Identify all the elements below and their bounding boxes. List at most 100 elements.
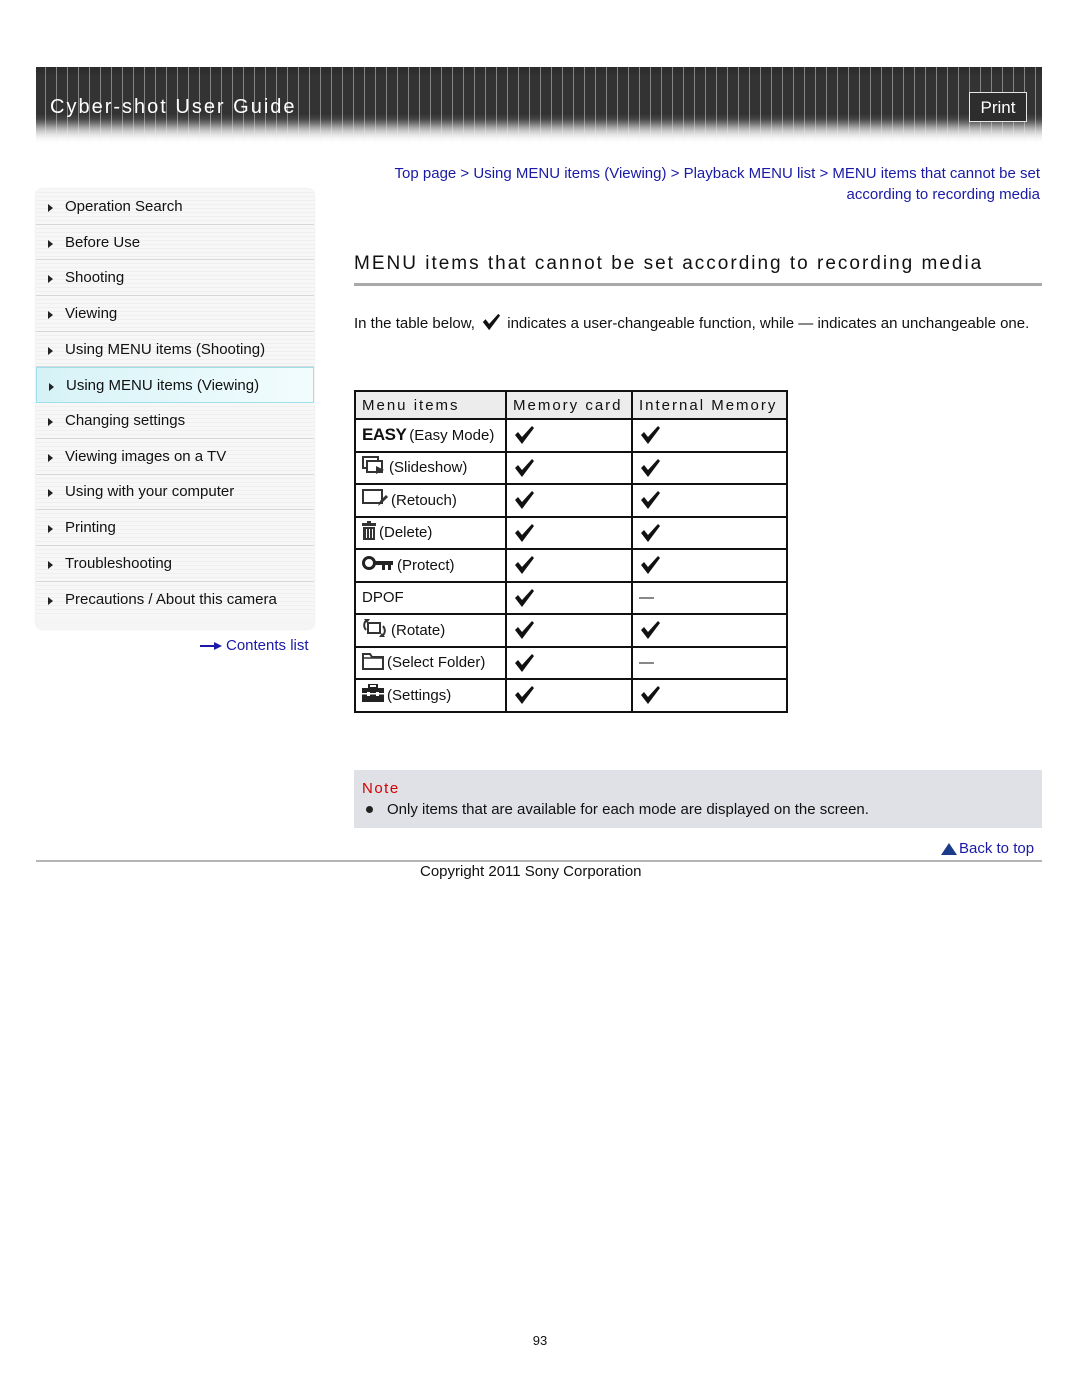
checkmark-icon <box>641 523 660 542</box>
title-divider <box>354 283 1042 286</box>
checkmark-icon <box>641 458 660 477</box>
memory-card-cell <box>505 418 633 453</box>
settings-toolbox-icon <box>362 683 384 706</box>
contents-list-link[interactable]: Contents list <box>200 637 309 654</box>
delete-icon <box>362 520 376 545</box>
sidebar-item-changing-settings[interactable]: Changing settings <box>36 403 314 439</box>
breadcrumb-using-menu-viewing[interactable]: Using MENU items (Viewing) <box>473 165 666 182</box>
sidebar-item-printing[interactable]: Printing <box>36 510 314 546</box>
intro-text-before: In the table below, <box>354 315 480 332</box>
checkmark-icon <box>515 556 534 575</box>
menu-item-cell: (Settings) <box>354 678 507 713</box>
menu-item-label: DPOF <box>362 589 404 607</box>
internal-memory-cell <box>631 418 788 453</box>
sidebar-item-viewing[interactable]: Viewing <box>36 296 314 332</box>
memory-card-cell <box>505 613 633 648</box>
table-header-row: Menu items Memory card Internal Memory <box>354 390 788 420</box>
retouch-icon <box>362 488 388 512</box>
sidebar-item-menu-viewing[interactable]: Using MENU items (Viewing) <box>36 367 314 404</box>
breadcrumb-playback-menu-list[interactable]: Playback MENU list <box>684 165 816 182</box>
internal-memory-cell <box>631 613 788 648</box>
note-text: Only items that are available for each m… <box>387 801 869 818</box>
triangle-right-icon <box>48 489 53 498</box>
sidebar-item-troubleshooting[interactable]: Troubleshooting <box>36 545 314 582</box>
breadcrumb-separator: > <box>815 165 833 182</box>
intro-text-after: indicates a user-changeable function, wh… <box>503 315 1030 332</box>
sidebar-item-shooting[interactable]: Shooting <box>36 260 314 297</box>
header-banner: Cyber-shot User Guide <box>36 67 1042 145</box>
table-row: (Retouch) <box>354 483 788 518</box>
sidebar-item-label: Viewing images on a TV <box>65 447 227 465</box>
slideshow-icon <box>362 455 386 480</box>
sidebar-item-label: Viewing <box>65 304 118 322</box>
sidebar-item-computer[interactable]: Using with your computer <box>36 474 314 511</box>
sidebar-item-viewing-tv[interactable]: Viewing images on a TV <box>36 438 314 475</box>
internal-memory-cell <box>631 548 788 583</box>
menu-item-label: (Retouch) <box>391 491 457 509</box>
menu-item-cell: DPOF <box>354 580 507 615</box>
triangle-up-icon <box>941 842 957 855</box>
triangle-right-icon <box>49 382 54 391</box>
print-button[interactable]: Print <box>969 92 1027 122</box>
breadcrumb-top-page[interactable]: Top page <box>395 165 457 182</box>
dash-indicator: — <box>639 654 654 672</box>
sidebar-item-precautions[interactable]: Precautions / About this camera <box>36 581 314 618</box>
menu-item-label: (Protect) <box>397 556 455 574</box>
menu-item-label: (Rotate) <box>391 621 446 639</box>
internal-memory-cell <box>631 483 788 518</box>
sidebar-nav: Operation Search Before Use Shooting Vie… <box>36 189 314 629</box>
triangle-right-icon <box>48 525 53 534</box>
table-row: (Select Folder) — <box>354 645 788 680</box>
checkmark-icon <box>482 313 501 331</box>
menu-item-cell: (Slideshow) <box>354 450 507 485</box>
copyright: Copyright 2011 Sony Corporation <box>420 863 642 880</box>
internal-memory-cell <box>631 678 788 713</box>
table-row: (Settings) <box>354 678 788 713</box>
memory-card-cell <box>505 548 633 583</box>
note-box: Note Only items that are available for e… <box>354 770 1042 828</box>
page-title: MENU items that cannot be set according … <box>354 253 984 274</box>
checkmark-icon <box>641 556 660 575</box>
sidebar-item-label: Before Use <box>65 233 141 251</box>
menu-items-table: Menu items Memory card Internal Memory E… <box>354 390 788 713</box>
menu-item-cell: (Delete) <box>354 515 507 550</box>
triangle-right-icon <box>48 203 53 212</box>
checkmark-icon <box>641 426 660 445</box>
page-number: 93 <box>532 1333 548 1348</box>
back-to-top-link[interactable]: Back to top <box>941 840 1034 857</box>
note-title: Note <box>362 780 400 797</box>
menu-item-label: (Slideshow) <box>389 459 468 477</box>
sidebar-item-label: Using MENU items (Shooting) <box>65 340 266 358</box>
breadcrumb: Top page > Using MENU items (Viewing) > … <box>360 163 1040 205</box>
menu-item-cell: (Select Folder) <box>354 645 507 680</box>
triangle-right-icon <box>48 417 53 426</box>
checkmark-icon <box>515 491 534 510</box>
dash-indicator: — <box>639 589 654 607</box>
checkmark-icon <box>641 686 660 705</box>
triangle-right-icon <box>48 346 53 355</box>
breadcrumb-current-page[interactable]: MENU items that cannot be set according … <box>832 165 1040 203</box>
menu-item-cell: EASY (Easy Mode) <box>354 418 507 453</box>
menu-item-label: (Delete) <box>379 524 433 542</box>
sidebar-item-label: Troubleshooting <box>65 554 173 572</box>
sidebar-item-operation-search[interactable]: Operation Search <box>36 189 314 225</box>
breadcrumb-separator: > <box>666 165 684 182</box>
checkmark-icon <box>515 458 534 477</box>
checkmark-icon <box>515 686 534 705</box>
sidebar-item-label: Printing <box>65 519 116 537</box>
footer-divider <box>36 860 1042 862</box>
bullet-icon <box>366 806 373 813</box>
sidebar-item-before-use[interactable]: Before Use <box>36 224 314 261</box>
sidebar-item-menu-shooting[interactable]: Using MENU items (Shooting) <box>36 331 314 368</box>
memory-card-cell <box>505 515 633 550</box>
table-row: (Slideshow) <box>354 450 788 485</box>
menu-item-label: (Select Folder) <box>387 654 486 672</box>
checkmark-icon <box>641 621 660 640</box>
table-row: (Protect) <box>354 548 788 583</box>
triangle-right-icon <box>48 310 53 319</box>
triangle-right-icon <box>48 560 53 569</box>
table-row: (Delete) <box>354 515 788 550</box>
checkmark-icon <box>641 491 660 510</box>
checkmark-icon <box>515 426 534 445</box>
table-row: DPOF — <box>354 580 788 615</box>
